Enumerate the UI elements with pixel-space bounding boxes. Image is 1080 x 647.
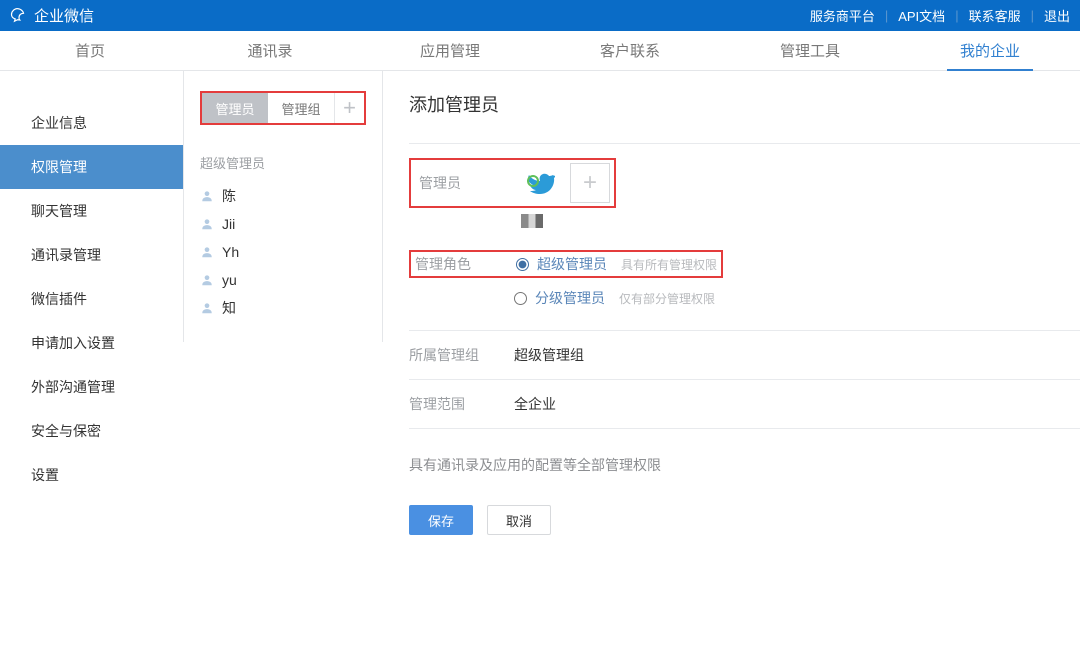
- header-link-logout[interactable]: 退出: [1044, 6, 1070, 25]
- sidebar-item-security[interactable]: 安全与保密: [0, 409, 183, 453]
- user-icon: [200, 245, 214, 259]
- sidebar-item-settings[interactable]: 设置: [0, 453, 183, 497]
- header-link-api[interactable]: API文档: [898, 6, 945, 25]
- save-button[interactable]: 保存: [409, 505, 473, 535]
- admin-label: 管理员: [415, 173, 520, 193]
- brand: 企业微信: [10, 5, 94, 26]
- avatar-thumbnail: [521, 214, 543, 228]
- role-label: 管理角色: [411, 254, 516, 274]
- nav-home[interactable]: 首页: [0, 31, 180, 70]
- sidebar-item-join-settings[interactable]: 申请加入设置: [0, 321, 183, 365]
- admin-member-list: 陈 Jii Yh yu 知: [200, 182, 366, 322]
- list-item[interactable]: Jii: [200, 210, 366, 238]
- role-row: 管理角色 超级管理员 具有所有管理权限: [409, 250, 723, 278]
- add-admin-button[interactable]: +: [334, 93, 364, 123]
- role-sub-admin[interactable]: 分级管理员 仅有部分管理权限: [409, 288, 1080, 308]
- list-item[interactable]: Yh: [200, 238, 366, 266]
- form-panel: 添加管理员 管理员 + 管理角色: [383, 71, 1080, 555]
- group-label: 所属管理组: [409, 345, 514, 365]
- sidebar-item-external-comm[interactable]: 外部沟通管理: [0, 365, 183, 409]
- tab-admin-groups[interactable]: 管理组: [268, 93, 334, 123]
- sidebar: 企业信息 权限管理 聊天管理 通讯录管理 微信插件 申请加入设置 外部沟通管理 …: [0, 71, 183, 497]
- role-sub-radio[interactable]: [514, 292, 527, 305]
- plus-icon: +: [583, 169, 597, 197]
- selected-admin-avatar[interactable]: [520, 163, 560, 203]
- brand-text: 企业微信: [34, 5, 94, 26]
- header-link-provider[interactable]: 服务商平台: [810, 6, 875, 25]
- permission-description: 具有通讯录及应用的配置等全部管理权限: [409, 429, 1080, 501]
- scope-label: 管理范围: [409, 394, 514, 414]
- nav-tools[interactable]: 管理工具: [720, 31, 900, 70]
- group-row: 所属管理组 超级管理组: [409, 331, 1080, 379]
- admin-tab-bar: 管理员 管理组 +: [200, 91, 366, 125]
- admin-picker-row: 管理员 +: [409, 158, 616, 208]
- scope-row: 管理范围 全企业: [409, 380, 1080, 428]
- nav-apps[interactable]: 应用管理: [360, 31, 540, 70]
- list-item[interactable]: yu: [200, 266, 366, 294]
- sidebar-item-company-info[interactable]: 企业信息: [0, 101, 183, 145]
- user-icon: [200, 301, 214, 315]
- bird-icon: [525, 171, 555, 195]
- sidebar-item-wechat-plugin[interactable]: 微信插件: [0, 277, 183, 321]
- scope-value: 全企业: [514, 394, 556, 414]
- list-item[interactable]: 知: [200, 294, 366, 322]
- plus-icon: +: [343, 95, 356, 121]
- nav-my-company[interactable]: 我的企业: [900, 31, 1080, 70]
- admin-group-title: 超级管理员: [200, 153, 366, 172]
- header-links: 服务商平台 | API文档 | 联系客服 | 退出: [810, 6, 1070, 25]
- chat-bubble-icon: [10, 7, 28, 25]
- main-nav: 首页 通讯录 应用管理 客户联系 管理工具 我的企业: [0, 31, 1080, 71]
- page-title: 添加管理员: [409, 91, 1080, 117]
- sidebar-item-contacts-mgmt[interactable]: 通讯录管理: [0, 233, 183, 277]
- sidebar-item-chat[interactable]: 聊天管理: [0, 189, 183, 233]
- role-super-admin[interactable]: 超级管理员 具有所有管理权限: [516, 254, 717, 274]
- add-admin-box[interactable]: +: [570, 163, 610, 203]
- user-icon: [200, 217, 214, 231]
- admin-list-panel: 管理员 管理组 + 超级管理员 陈 Jii Yh yu: [183, 71, 383, 342]
- nav-contacts[interactable]: 通讯录: [180, 31, 360, 70]
- nav-customers[interactable]: 客户联系: [540, 31, 720, 70]
- role-super-radio[interactable]: [516, 258, 529, 271]
- user-icon: [200, 189, 214, 203]
- cancel-button[interactable]: 取消: [487, 505, 551, 535]
- sidebar-item-permissions[interactable]: 权限管理: [0, 145, 183, 189]
- user-icon: [200, 273, 214, 287]
- group-value: 超级管理组: [514, 345, 584, 365]
- tab-admins[interactable]: 管理员: [202, 93, 268, 123]
- form-actions: 保存 取消: [409, 505, 1080, 535]
- list-item[interactable]: 陈: [200, 182, 366, 210]
- header-link-support[interactable]: 联系客服: [969, 6, 1021, 25]
